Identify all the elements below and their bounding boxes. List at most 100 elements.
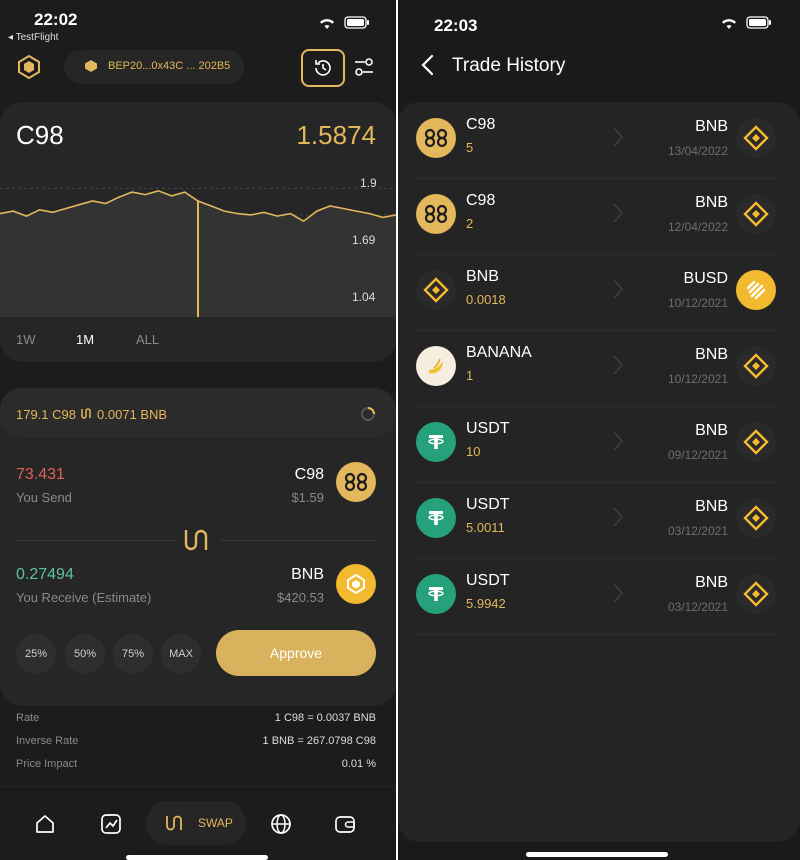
page-title: Trade History [452,55,566,76]
percent-25-button[interactable]: 25% [16,634,56,674]
trade-from-token: USDT [466,496,510,513]
detail-label-inverse: Inverse Rate [16,735,79,747]
status-time: 22:02 [34,10,78,29]
trade-row[interactable]: USDT 10 BNB 09/12/2021 [416,406,776,483]
testflight-back-link[interactable]: ◂ TestFlight [8,32,58,43]
trade-date: 10/12/2021 [667,296,728,310]
price-line-chart [0,187,396,317]
history-clock-icon [313,58,333,83]
detail-label-impact: Price Impact [16,758,78,770]
trade-to-token: BNB [695,574,728,591]
swap-card: 179.1 C98 0.0071 BNB 73.431 You Send C98… [0,388,396,706]
market-chart-icon[interactable] [100,813,122,840]
percent-75-button[interactable]: 75% [113,634,153,674]
chart-tick-mid: 1.69 [352,233,376,247]
trade-amount: 5 [466,140,474,155]
trade-row[interactable]: USDT 5.0011 BNB 03/12/2021 [416,482,776,559]
trade-to-token: BNB [695,346,728,363]
c98-icon [416,118,456,158]
send-token-value: $1.59 [291,490,324,505]
range-tab-all[interactable]: ALL [136,332,159,347]
range-tab-1m[interactable]: 1M [76,332,94,347]
swap-screen: 22:02 ◂ TestFlight BEP20...0x43C ... 202… [0,0,396,860]
receive-amount[interactable]: 0.27494 [16,566,74,584]
app-logo-icon[interactable] [16,54,42,85]
battery-icon [344,16,370,34]
detail-value-inverse: 1 BNB = 267.0798 C98 [262,735,376,747]
home-indicator [526,852,668,857]
home-indicator [126,855,268,860]
network-address-pill[interactable]: BEP20...0x43C ... 202B5 [64,50,244,84]
swap-direction-icon[interactable] [182,526,210,559]
swap-arrows-small-icon [80,407,92,425]
receive-label: You Receive (Estimate) [16,590,152,605]
chart-tick-low: 1.04 [352,290,376,304]
globe-icon[interactable] [270,813,292,840]
c98-icon[interactable] [336,462,376,502]
wallet-icon[interactable] [334,813,356,840]
arrow-right-icon [612,354,624,381]
trade-from-token: BANANA [466,344,532,361]
trade-from-token: C98 [466,116,496,133]
status-time: 22:03 [434,16,478,35]
arrow-right-icon [612,582,624,609]
arrow-right-icon [612,202,624,229]
bnb-icon[interactable] [336,564,376,604]
arrow-right-icon [612,278,624,305]
percent-50-button[interactable]: 50% [65,634,105,674]
percent-max-button[interactable]: MAX [161,634,201,674]
divider-right [220,540,376,541]
network-address-label: BEP20...0x43C ... 202B5 [108,60,231,72]
trade-history-list: C98 5 BNB 13/04/2022 C98 2 BNB 12/04/2022 BNB 0.0… [398,102,800,842]
trade-date: 12/04/2022 [667,220,728,234]
arrow-right-icon [612,506,624,533]
swap-nav-button[interactable]: SWAP [146,801,246,845]
bnb-icon [736,118,776,158]
trade-amount: 5.0011 [466,520,505,535]
receive-token-name[interactable]: BNB [291,566,324,584]
send-token-name[interactable]: C98 [295,466,324,484]
trade-from-token: BNB [466,268,499,285]
receive-token-value: $420.53 [277,590,324,605]
trade-row[interactable]: BANANA 1 BNB 10/12/2021 [416,330,776,407]
trade-from-token: C98 [466,192,496,209]
home-icon[interactable] [34,813,56,840]
c98-icon [416,194,456,234]
trade-from-token: USDT [466,420,510,437]
divider-left [16,540,176,541]
price-chart-card: C98 1.5874 1.9 1.69 1.04 1W 1M ALL [0,102,396,362]
swap-details: Rate 1 C98 = 0.0037 BNB Inverse Rate 1 B… [0,708,396,788]
bnb-icon [736,422,776,462]
detail-label-rate: Rate [16,712,40,724]
battery-icon [746,16,772,34]
swap-nav-icon [164,813,184,838]
bnb-icon [736,574,776,614]
trade-row[interactable]: C98 5 BNB 13/04/2022 [416,102,776,179]
trade-to-token: BNB [695,422,728,439]
bnb-icon [416,270,456,310]
filter-settings-icon[interactable] [353,56,375,83]
chart-tick-high: 1.9 [360,176,377,190]
trade-amount: 1 [466,368,474,383]
trade-amount: 5.9942 [466,596,506,611]
range-tab-1w[interactable]: 1W [16,332,36,347]
trade-date: 10/12/2021 [667,372,728,386]
approve-button[interactable]: Approve [216,630,376,676]
trade-row[interactable]: USDT 5.9942 BNB 03/12/2021 [416,558,776,635]
arrow-right-icon [612,430,624,457]
back-chevron-icon[interactable] [420,54,436,81]
history-button[interactable] [301,49,345,87]
swap-nav-label: SWAP [198,816,233,830]
arrow-right-icon [612,126,624,153]
bottom-nav: SWAP [0,786,396,860]
trade-row[interactable]: C98 2 BNB 12/04/2022 [416,178,776,255]
wifi-icon [720,16,738,35]
trade-history-screen: 22:03 Trade History C98 5 BNB 13/04/2022 C98… [398,0,800,860]
trade-row[interactable]: BNB 0.0018 BUSD 10/12/2021 [416,254,776,331]
refresh-spinner-icon[interactable] [360,406,376,427]
trade-to-token: BUSD [683,270,728,287]
send-amount[interactable]: 73.431 [16,466,65,484]
swap-rate-from: 179.1 C98 [16,407,76,422]
usdt-icon [416,498,456,538]
wifi-icon [318,16,336,35]
